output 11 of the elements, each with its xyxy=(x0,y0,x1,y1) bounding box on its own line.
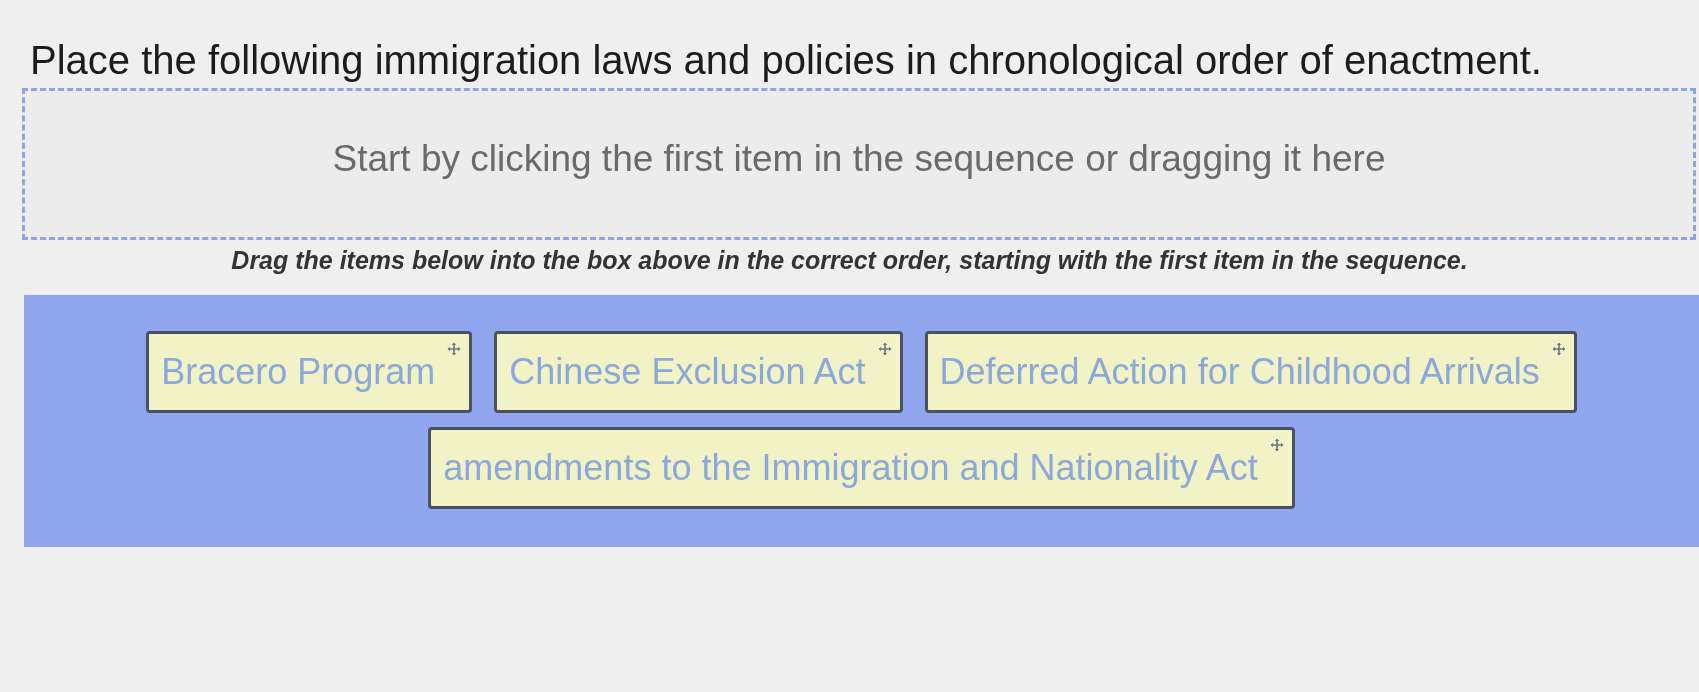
draggable-item[interactable]: Bracero Program xyxy=(146,331,473,413)
draggable-item[interactable]: amendments to the Immigration and Nationality Act xyxy=(428,427,1295,509)
question-prompt: Place the following immigration laws and policies in chronological order of enactment. xyxy=(29,37,1543,84)
draggable-item[interactable]: Deferred Action for Childhood Arrivals xyxy=(924,331,1577,413)
move-icon xyxy=(447,342,462,356)
drop-zone[interactable]: Start by clicking the first item in the sequence or dragging it here xyxy=(22,88,1696,240)
move-icon xyxy=(877,342,892,356)
instruction-text: Drag the items below into the box above in the correct order, starting with the first item in the sequence. xyxy=(230,245,1469,275)
draggable-item[interactable]: Chinese Exclusion Act xyxy=(494,331,903,413)
move-icon xyxy=(1269,438,1284,452)
move-icon xyxy=(1551,342,1566,356)
